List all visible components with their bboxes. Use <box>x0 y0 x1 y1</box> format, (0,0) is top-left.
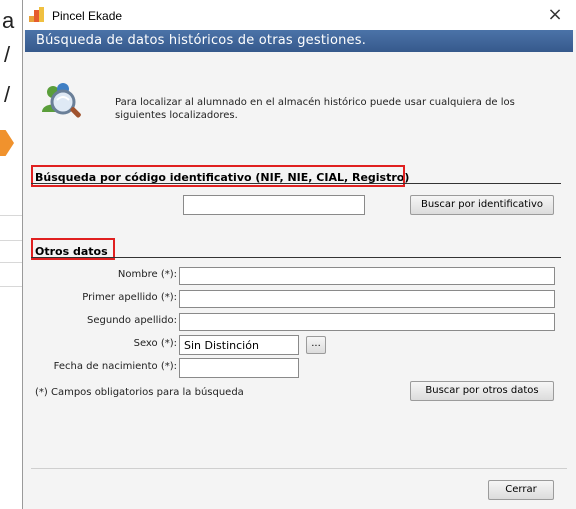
footer-divider <box>31 468 567 469</box>
sexo-label: Sexo (*): <box>133 338 177 349</box>
intro-text: Para localizar al alumnado en el almacén… <box>115 97 515 121</box>
fecha-nacimiento-field[interactable] <box>179 358 299 378</box>
window-title: Pincel Ekade <box>52 9 123 23</box>
fecha-nacimiento-label: Fecha de nacimiento (*): <box>53 361 177 372</box>
section-divider <box>31 183 561 184</box>
close-icon[interactable]: × <box>544 4 566 26</box>
background-arrow-icon <box>0 130 14 156</box>
background-divider <box>0 240 22 241</box>
section-divider <box>31 257 561 258</box>
search-by-other-data-button[interactable]: Buscar por otros datos <box>410 381 554 401</box>
sexo-field[interactable] <box>179 335 299 355</box>
dialog-content: Para localizar al alumnado en el almacén… <box>25 52 573 507</box>
sexo-picker-button[interactable]: ... <box>306 336 326 354</box>
search-by-id-button[interactable]: Buscar por identificativo <box>410 195 554 215</box>
search-dialog: Pincel Ekade × Búsqueda de datos históri… <box>22 0 576 509</box>
required-fields-note: (*) Campos obligatorios para la búsqueda <box>35 387 244 398</box>
close-button[interactable]: Cerrar <box>488 480 554 500</box>
primer-apellido-field[interactable] <box>179 290 555 308</box>
primer-apellido-label: Primer apellido (*): <box>82 292 177 303</box>
background-divider <box>0 286 22 287</box>
title-bar: Pincel Ekade × <box>23 0 576 30</box>
background-divider <box>0 262 22 263</box>
segundo-apellido-label: Segundo apellido: <box>87 315 177 326</box>
background-text-fragment: / <box>4 42 11 67</box>
search-users-icon <box>42 83 81 118</box>
background-text-fragment: a <box>2 8 15 33</box>
dialog-heading: Búsqueda de datos históricos de otras ge… <box>36 33 367 48</box>
background-divider <box>0 215 22 216</box>
nombre-field[interactable] <box>179 267 555 285</box>
dialog-header: Búsqueda de datos históricos de otras ge… <box>25 30 573 52</box>
id-input[interactable] <box>183 195 365 215</box>
pincel-ekade-icon <box>29 7 44 22</box>
background-text-fragment: / <box>4 82 11 107</box>
nombre-label: Nombre (*): <box>117 269 177 280</box>
segundo-apellido-field[interactable] <box>179 313 555 331</box>
